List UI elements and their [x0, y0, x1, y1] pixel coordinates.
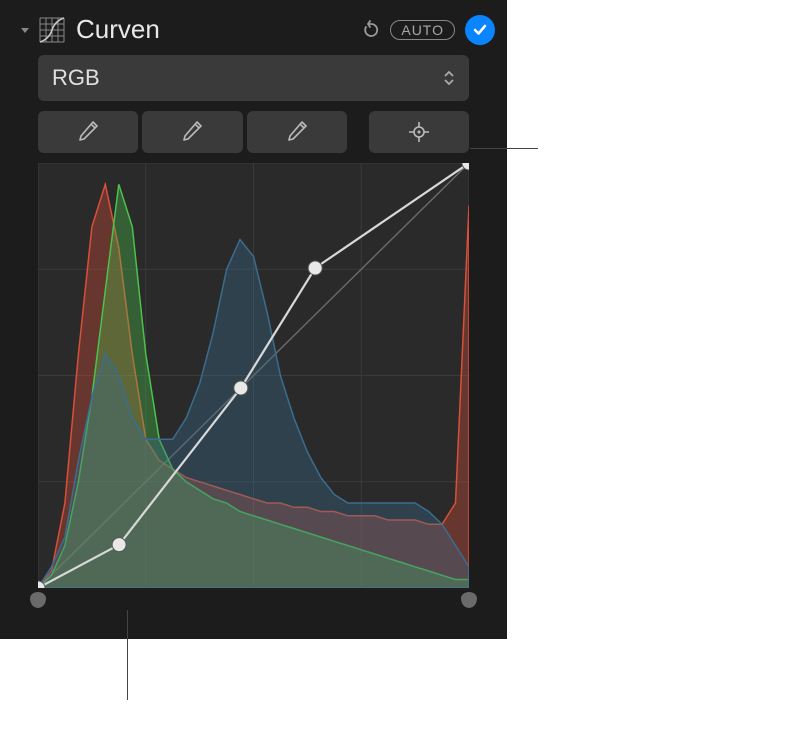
dropdown-selected-label: RGB: [52, 65, 100, 91]
curves-panel: Curven AUTO RGB: [0, 0, 507, 639]
histogram-svg: [38, 163, 469, 588]
eyedropper-white-button[interactable]: [247, 111, 347, 153]
curve-point-handle[interactable]: [308, 261, 322, 275]
eyedropper-icon: [75, 119, 101, 145]
disclosure-triangle-icon[interactable]: [18, 23, 32, 37]
panel-title: Curven: [76, 14, 360, 45]
curve-point-handle[interactable]: [112, 538, 126, 552]
stepper-icon: [443, 69, 455, 87]
eyedropper-icon: [179, 119, 205, 145]
callout-line: [470, 148, 538, 149]
curve-point-handle[interactable]: [234, 381, 248, 395]
eyedropper-black-button[interactable]: [38, 111, 138, 153]
auto-button[interactable]: AUTO: [390, 20, 455, 40]
eyedropper-toolbar: [38, 111, 469, 153]
add-point-button[interactable]: [369, 111, 469, 153]
target-icon: [406, 119, 432, 145]
curves-histogram[interactable]: [38, 163, 469, 588]
reset-icon[interactable]: [360, 19, 382, 41]
eyedropper-gray-button[interactable]: [142, 111, 242, 153]
white-point-handle[interactable]: [461, 592, 477, 608]
eyedropper-icon: [284, 119, 310, 145]
active-checkmark-icon[interactable]: [465, 15, 495, 45]
callout-line: [127, 610, 128, 700]
panel-header: Curven AUTO: [0, 8, 507, 55]
controls-section: RGB: [0, 55, 507, 588]
curves-icon: [38, 16, 66, 44]
channel-dropdown[interactable]: RGB: [38, 55, 469, 101]
black-point-handle[interactable]: [30, 592, 46, 608]
